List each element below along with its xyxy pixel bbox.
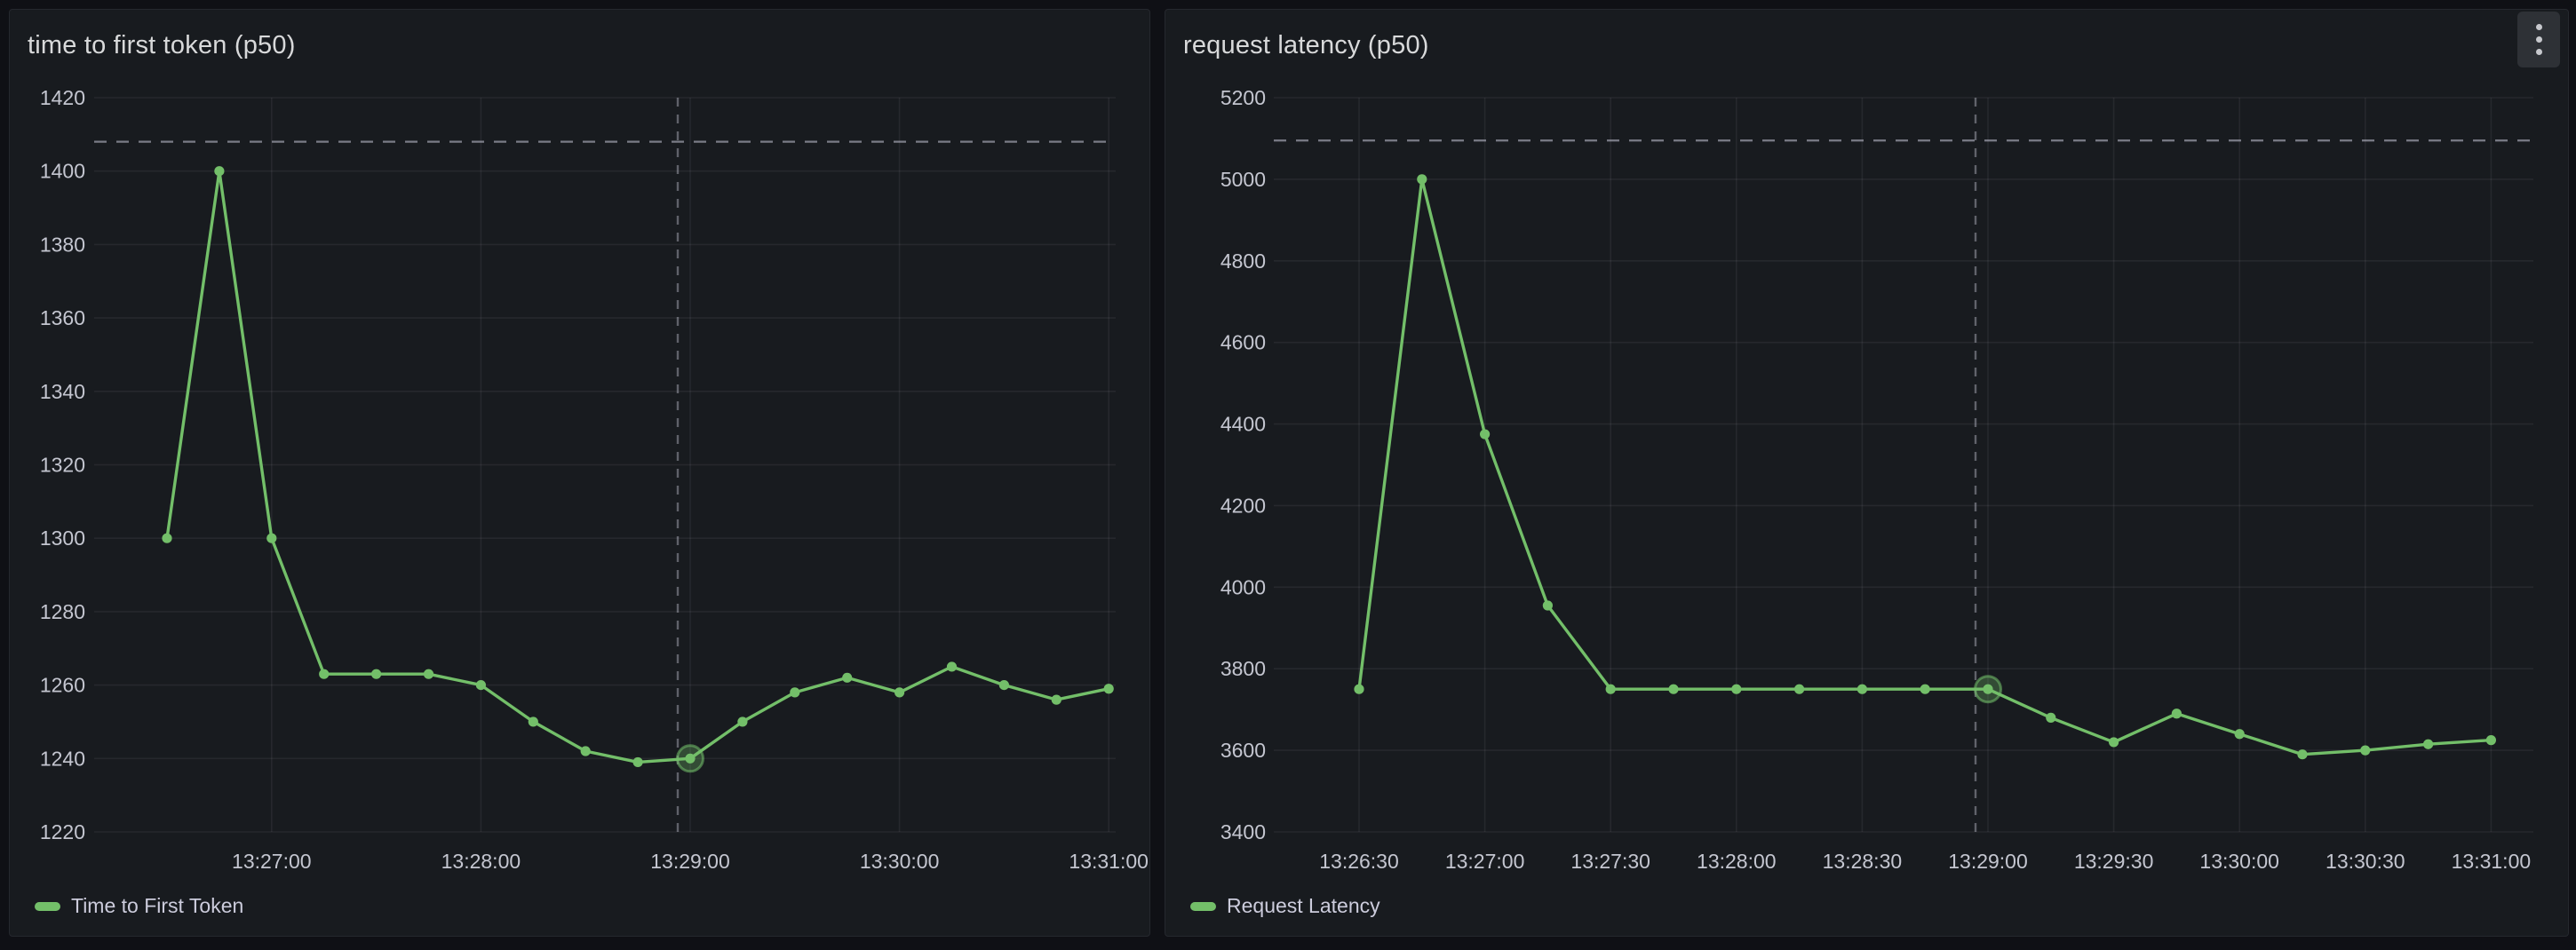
x-tick-label: 13:27:30 bbox=[1570, 850, 1650, 873]
data-point[interactable] bbox=[476, 680, 486, 690]
data-point[interactable] bbox=[1543, 600, 1553, 610]
kebab-dot bbox=[2536, 49, 2542, 55]
data-point[interactable] bbox=[1668, 685, 1678, 694]
y-tick-label: 5000 bbox=[1220, 168, 1266, 191]
y-tick-label: 1380 bbox=[40, 233, 85, 256]
panel-time-to-first-token: time to first token (p50) 1420 1400 1380 13… bbox=[9, 9, 1150, 937]
y-tick-label: 1280 bbox=[40, 600, 85, 623]
x-tick-label: 13:30:00 bbox=[860, 850, 940, 873]
data-point[interactable] bbox=[581, 746, 591, 756]
data-point[interactable] bbox=[947, 661, 957, 671]
data-point[interactable] bbox=[2423, 740, 2433, 749]
data-point[interactable] bbox=[424, 669, 433, 679]
data-point[interactable] bbox=[319, 669, 329, 679]
ttft-chart: 1420 1400 1380 1360 1340 1320 1300 1280 1260 1240… bbox=[10, 10, 1149, 936]
x-tick-label: 13:31:00 bbox=[2452, 850, 2532, 873]
y-tick-label: 4600 bbox=[1220, 331, 1266, 354]
x-tick-label: 13:29:00 bbox=[1948, 850, 2028, 873]
data-point[interactable] bbox=[529, 716, 538, 726]
data-point[interactable] bbox=[685, 754, 695, 764]
legend-series-label[interactable]: Time to First Token bbox=[71, 894, 243, 918]
data-point[interactable] bbox=[1857, 685, 1867, 694]
data-point[interactable] bbox=[214, 166, 224, 176]
latency-chart: 5200 5000 4800 4600 4400 4200 4000 3800 3600 3400… bbox=[1165, 10, 2568, 936]
data-point[interactable] bbox=[737, 716, 747, 726]
y-tick-label: 1360 bbox=[40, 306, 85, 329]
y-tick-label: 1340 bbox=[40, 380, 85, 403]
data-point[interactable] bbox=[2297, 749, 2307, 759]
kebab-dot bbox=[2536, 24, 2542, 30]
data-point[interactable] bbox=[1104, 684, 1114, 693]
y-tick-label: 3800 bbox=[1220, 657, 1266, 680]
data-point[interactable] bbox=[2360, 746, 2370, 756]
data-point[interactable] bbox=[1417, 174, 1427, 184]
y-tick-label: 1300 bbox=[40, 526, 85, 550]
y-tick-label: 1420 bbox=[40, 86, 85, 109]
data-point[interactable] bbox=[1606, 685, 1616, 694]
data-point[interactable] bbox=[2235, 729, 2245, 739]
legend-series-pill bbox=[1190, 902, 1216, 911]
x-tick-label: 13:31:00 bbox=[1069, 850, 1149, 873]
panel-title[interactable]: request latency (p50) bbox=[1183, 31, 1429, 60]
x-tick-label: 13:27:00 bbox=[1445, 850, 1525, 873]
panel-menu-button[interactable] bbox=[2517, 12, 2560, 67]
data-point[interactable] bbox=[1794, 685, 1804, 694]
y-tick-label: 4200 bbox=[1220, 494, 1266, 517]
x-tick-label: 13:27:00 bbox=[232, 850, 312, 873]
data-point[interactable] bbox=[1480, 429, 1490, 439]
data-point[interactable] bbox=[162, 534, 171, 543]
y-tick-label: 5200 bbox=[1220, 86, 1266, 109]
y-tick-label: 1320 bbox=[40, 454, 85, 477]
data-point[interactable] bbox=[999, 680, 1009, 690]
x-tick-label: 13:30:00 bbox=[2199, 850, 2279, 873]
legend: Time to First Token bbox=[35, 894, 243, 918]
x-tick-label: 13:29:00 bbox=[650, 850, 730, 873]
x-tick-label: 13:26:30 bbox=[1319, 850, 1399, 873]
data-point[interactable] bbox=[1983, 685, 1992, 694]
y-tick-label: 3600 bbox=[1220, 739, 1266, 762]
legend-series-label[interactable]: Request Latency bbox=[1227, 894, 1380, 918]
y-tick-label: 4800 bbox=[1220, 249, 1266, 273]
kebab-dot bbox=[2536, 36, 2542, 43]
y-tick-label: 1260 bbox=[40, 674, 85, 697]
data-point[interactable] bbox=[2109, 737, 2119, 747]
y-tick-label: 1240 bbox=[40, 747, 85, 770]
y-tick-label: 1220 bbox=[40, 820, 85, 843]
data-point[interactable] bbox=[371, 669, 381, 679]
legend-series-pill bbox=[35, 902, 60, 911]
data-point[interactable] bbox=[2046, 713, 2055, 723]
legend: Request Latency bbox=[1190, 894, 1380, 918]
data-point[interactable] bbox=[633, 757, 643, 767]
data-point[interactable] bbox=[1354, 685, 1364, 694]
data-point[interactable] bbox=[790, 687, 799, 697]
y-tick-label: 1400 bbox=[40, 160, 85, 183]
dashboard: { "colors": { "page_bg": "#0f1015", "pan… bbox=[0, 0, 2576, 950]
panel-request-latency: request latency (p50) 5200 5000 4800 4600 44… bbox=[1165, 9, 2569, 937]
y-tick-label: 3400 bbox=[1220, 820, 1266, 843]
data-point[interactable] bbox=[1920, 685, 1930, 694]
x-tick-label: 13:29:30 bbox=[2074, 850, 2154, 873]
y-tick-label: 4400 bbox=[1220, 413, 1266, 436]
panel-title[interactable]: time to first token (p50) bbox=[28, 31, 296, 60]
data-point[interactable] bbox=[266, 534, 276, 543]
data-point[interactable] bbox=[894, 687, 904, 697]
data-point[interactable] bbox=[1731, 685, 1741, 694]
data-point[interactable] bbox=[1052, 695, 1061, 705]
x-tick-label: 13:28:00 bbox=[1697, 850, 1777, 873]
x-tick-label: 13:28:30 bbox=[1823, 850, 1903, 873]
data-point[interactable] bbox=[2486, 735, 2496, 745]
x-tick-label: 13:30:30 bbox=[2326, 850, 2405, 873]
y-tick-label: 4000 bbox=[1220, 575, 1266, 598]
series-line bbox=[167, 171, 1109, 763]
data-point[interactable] bbox=[842, 673, 852, 683]
x-tick-label: 13:28:00 bbox=[441, 850, 521, 873]
data-point[interactable] bbox=[2172, 709, 2182, 718]
